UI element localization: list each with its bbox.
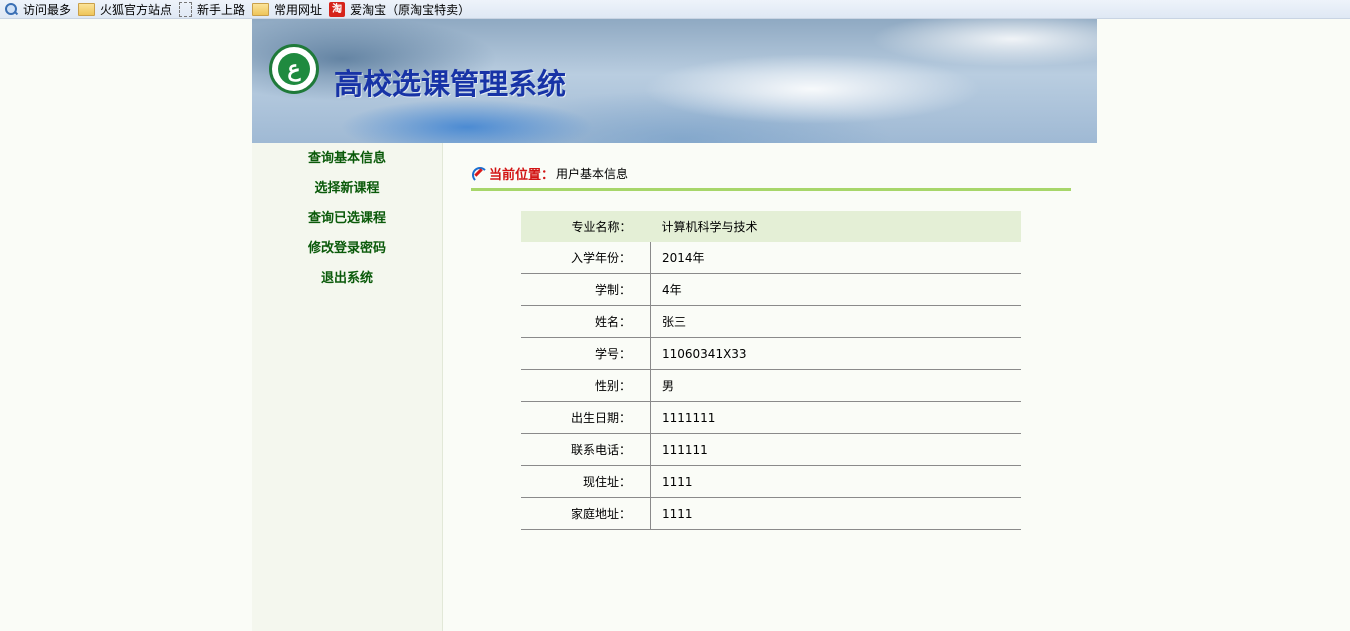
field-label: 姓名： [521,305,651,338]
main-content: 当前位置： 用户基本信息 专业名称： 计算机科学与技术 入学年份： 2014年 学制： 4… [471,162,1071,530]
field-label: 现住址： [521,465,651,498]
sidebar-item-query-info[interactable]: 查询基本信息 [252,144,442,174]
table-row: 学制： 4年 [521,273,1021,306]
header-banner: ع 高校选课管理系统 [252,19,1097,143]
field-label: 专业名称： [521,211,651,242]
bookmark-common-sites[interactable]: 常用网址 [248,0,325,18]
table-row: 现住址： 1111 [521,465,1021,498]
table-row: 性别：男 [521,369,1021,402]
page-icon [179,1,193,17]
breadcrumb-current: 用户基本信息 [556,166,629,181]
table-row: 姓名： 张三 [521,305,1021,338]
sidebar-item-change-password[interactable]: 修改登录密码 [252,234,442,264]
table-row: 学号： 11060341X33 [521,337,1021,370]
bookmark-label: 火狐官方站点 [100,2,173,17]
field-value: 11060341X33 [650,337,1021,370]
search-icon [4,2,18,16]
location-icon [471,165,488,183]
table-row: 家庭地址： 1111 [521,497,1021,530]
table-row: 出生日期： 1111111 [521,401,1021,434]
field-value: 4年 [650,273,1021,306]
field-value: 1111111 [650,401,1021,434]
field-label: 学号： [521,337,651,370]
sidebar-item-selected-courses[interactable]: 查询已选课程 [252,204,442,234]
field-value: 计算机科学与技术 [650,211,1021,242]
school-logo-icon: ع [269,44,319,94]
bookmark-label: 新手上路 [197,2,246,17]
bookmark-most-visited[interactable]: 访问最多 [0,0,74,18]
field-value: 1111 [650,465,1021,498]
bookmark-firefox-sites[interactable]: 火狐官方站点 [74,0,175,18]
field-label: 家庭地址： [521,497,651,530]
field-value: 1111 [650,497,1021,530]
table-row: 入学年份： 2014年 [521,242,1021,274]
user-info-table: 专业名称： 计算机科学与技术 入学年份： 2014年 学制： 4年 姓名： 张三 学号： 1106… [521,211,1021,530]
bookmark-getting-started[interactable]: 新手上路 [175,0,248,18]
sidebar-item-logout[interactable]: 退出系统 [252,264,442,294]
field-label: 性别： [521,369,651,402]
table-row: 联系电话： 111111 [521,433,1021,466]
field-label: 学制： [521,273,651,306]
field-value: 男 [650,369,1021,402]
sidebar-nav: 查询基本信息 选择新课程 查询已选课程 修改登录密码 退出系统 [252,143,443,631]
breadcrumb: 当前位置： 用户基本信息 [471,162,1071,191]
breadcrumb-label: 当前位置： [489,167,555,183]
field-value: 2014年 [650,242,1021,274]
bookmark-label: 访问最多 [23,2,72,17]
bookmark-label: 常用网址 [274,2,323,17]
taobao-icon: 淘 [329,1,346,17]
bookmarks-toolbar: 访问最多 火狐官方站点 新手上路 常用网址 淘 爱淘宝（原淘宝特卖） [0,0,1350,19]
table-row: 专业名称： 计算机科学与技术 [521,211,1021,242]
field-value: 111111 [650,433,1021,466]
bookmark-taobao[interactable]: 淘 爱淘宝（原淘宝特卖） [325,0,473,18]
sidebar-item-select-course[interactable]: 选择新课程 [252,174,442,204]
site-title: 高校选课管理系统 [334,67,567,101]
folder-icon [78,3,96,16]
field-label: 出生日期： [521,401,651,434]
field-value: 张三 [650,305,1021,338]
field-label: 联系电话： [521,433,651,466]
field-label: 入学年份： [521,242,651,274]
folder-icon [252,3,270,16]
bookmark-label: 爱淘宝（原淘宝特卖） [350,2,471,17]
